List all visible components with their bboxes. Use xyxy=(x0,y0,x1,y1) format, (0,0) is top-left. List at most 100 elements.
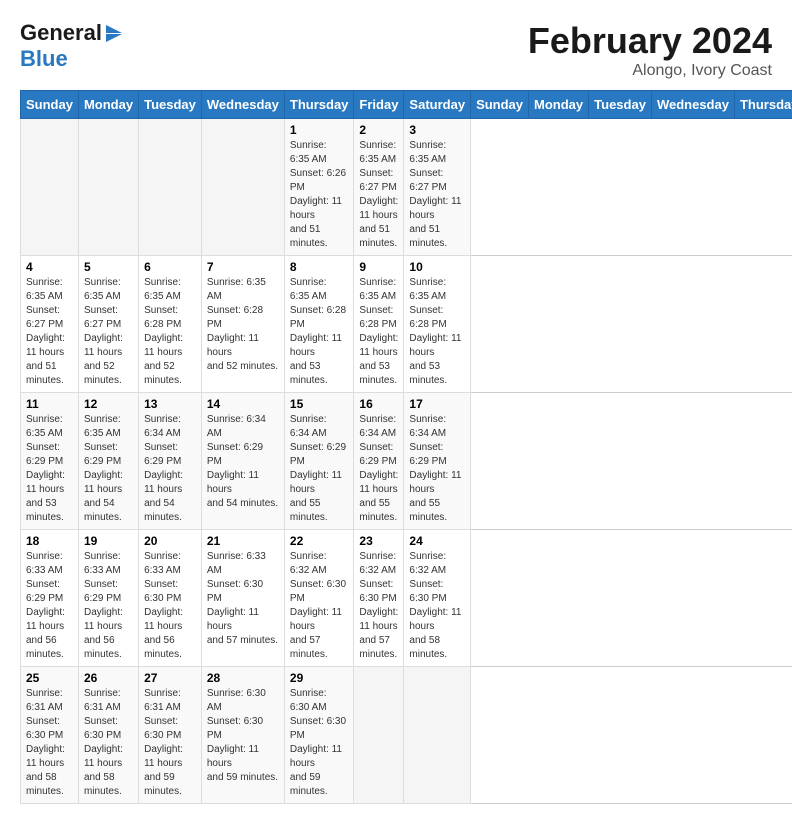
calendar-cell xyxy=(139,119,202,256)
header-day-sunday: Sunday xyxy=(471,91,529,119)
calendar-week-row: 4 Sunrise: 6:35 AM Sunset: 6:27 PM Daylig… xyxy=(21,256,792,393)
month-title: February 2024 xyxy=(528,20,772,62)
calendar-cell: 3 Sunrise: 6:35 AM Sunset: 6:27 PM Daylig… xyxy=(404,119,471,256)
day-info: Sunrise: 6:35 AM Sunset: 6:29 PM Dayligh… xyxy=(84,413,133,525)
day-info: Sunrise: 6:31 AM Sunset: 6:30 PM Dayligh… xyxy=(26,687,73,799)
day-number: 3 xyxy=(409,123,465,137)
day-info: Sunrise: 6:35 AM Sunset: 6:28 PM Dayligh… xyxy=(359,276,398,388)
day-number: 28 xyxy=(207,671,279,685)
day-info: Sunrise: 6:30 AM Sunset: 6:30 PM Dayligh… xyxy=(290,687,349,799)
logo-arrow-bottom xyxy=(106,34,122,42)
header-day-wednesday: Wednesday xyxy=(651,91,734,119)
calendar-cell: 22 Sunrise: 6:32 AM Sunset: 6:30 PM Dayli… xyxy=(284,530,354,667)
calendar-cell xyxy=(404,667,471,804)
calendar-cell: 19Sunrise: 6:33 AM Sunset: 6:29 PM Dayli… xyxy=(78,530,138,667)
day-number: 22 xyxy=(290,534,349,548)
day-info: Sunrise: 6:35 AM Sunset: 6:27 PM Dayligh… xyxy=(359,139,398,251)
day-number: 20 xyxy=(144,534,196,548)
page-header: General Blue February 2024 Alongo, Ivory… xyxy=(20,20,772,80)
day-info: Sunrise: 6:34 AM Sunset: 6:29 PM Dayligh… xyxy=(144,413,196,525)
day-number: 11 xyxy=(26,397,73,411)
calendar-cell: 24Sunrise: 6:32 AM Sunset: 6:30 PM Dayli… xyxy=(404,530,471,667)
day-number: 27 xyxy=(144,671,196,685)
calendar-cell: 14 Sunrise: 6:34 AM Sunset: 6:29 PM Dayli… xyxy=(201,393,284,530)
day-info: Sunrise: 6:34 AM Sunset: 6:29 PM Dayligh… xyxy=(290,413,349,525)
day-number: 10 xyxy=(409,260,465,274)
header-day-thursday: Thursday xyxy=(734,91,792,119)
header-monday: Monday xyxy=(78,91,138,119)
calendar-cell: 27 Sunrise: 6:31 AM Sunset: 6:30 PM Dayli… xyxy=(139,667,202,804)
calendar-cell: 8Sunrise: 6:35 AM Sunset: 6:28 PM Daylig… xyxy=(284,256,354,393)
day-number: 8 xyxy=(290,260,349,274)
header-saturday: Saturday xyxy=(404,91,471,119)
calendar-cell: 12 Sunrise: 6:35 AM Sunset: 6:29 PM Dayli… xyxy=(78,393,138,530)
day-info: Sunrise: 6:34 AM Sunset: 6:29 PM Dayligh… xyxy=(409,413,465,525)
day-number: 13 xyxy=(144,397,196,411)
calendar-header-row: SundayMondayTuesdayWednesdayThursdayFrid… xyxy=(21,91,792,119)
day-number: 6 xyxy=(144,260,196,274)
calendar-cell: 23Sunrise: 6:32 AM Sunset: 6:30 PM Dayli… xyxy=(354,530,404,667)
logo: General Blue xyxy=(20,20,122,72)
day-number: 14 xyxy=(207,397,279,411)
day-info: Sunrise: 6:31 AM Sunset: 6:30 PM Dayligh… xyxy=(84,687,133,799)
calendar-cell xyxy=(78,119,138,256)
day-number: 18 xyxy=(26,534,73,548)
logo-line1: General xyxy=(20,20,102,46)
calendar-cell: 17 Sunrise: 6:34 AM Sunset: 6:29 PM Dayli… xyxy=(404,393,471,530)
day-number: 1 xyxy=(290,123,349,137)
day-info: Sunrise: 6:35 AM Sunset: 6:27 PM Dayligh… xyxy=(409,139,465,251)
day-info: Sunrise: 6:35 AM Sunset: 6:27 PM Dayligh… xyxy=(84,276,133,388)
calendar-cell: 16 Sunrise: 6:34 AM Sunset: 6:29 PM Dayli… xyxy=(354,393,404,530)
day-info: Sunrise: 6:32 AM Sunset: 6:30 PM Dayligh… xyxy=(290,550,349,662)
calendar-cell xyxy=(201,119,284,256)
calendar-cell xyxy=(354,667,404,804)
day-number: 29 xyxy=(290,671,349,685)
calendar-cell: 20 Sunrise: 6:33 AM Sunset: 6:30 PM Dayli… xyxy=(139,530,202,667)
calendar-cell xyxy=(21,119,79,256)
calendar-cell: 25 Sunrise: 6:31 AM Sunset: 6:30 PM Dayli… xyxy=(21,667,79,804)
day-number: 15 xyxy=(290,397,349,411)
day-info: Sunrise: 6:35 AM Sunset: 6:26 PM Dayligh… xyxy=(290,139,349,251)
logo-arrow-top xyxy=(106,25,122,33)
day-info: Sunrise: 6:30 AM Sunset: 6:30 PM Dayligh… xyxy=(207,687,279,785)
day-number: 25 xyxy=(26,671,73,685)
day-number: 19 xyxy=(84,534,133,548)
calendar-cell: 18 Sunrise: 6:33 AM Sunset: 6:29 PM Dayli… xyxy=(21,530,79,667)
calendar-cell: 5 Sunrise: 6:35 AM Sunset: 6:27 PM Daylig… xyxy=(78,256,138,393)
day-info: Sunrise: 6:35 AM Sunset: 6:28 PM Dayligh… xyxy=(144,276,196,388)
day-info: Sunrise: 6:33 AM Sunset: 6:30 PM Dayligh… xyxy=(207,550,279,648)
day-number: 26 xyxy=(84,671,133,685)
location-title: Alongo, Ivory Coast xyxy=(528,62,772,80)
header-thursday: Thursday xyxy=(284,91,354,119)
day-info: Sunrise: 6:32 AM Sunset: 6:30 PM Dayligh… xyxy=(359,550,398,662)
calendar-cell: 4Sunrise: 6:35 AM Sunset: 6:27 PM Daylig… xyxy=(21,256,79,393)
day-number: 5 xyxy=(84,260,133,274)
day-number: 7 xyxy=(207,260,279,274)
day-number: 4 xyxy=(26,260,73,274)
calendar-week-row: 1 Sunrise: 6:35 AM Sunset: 6:26 PM Daylig… xyxy=(21,119,792,256)
day-info: Sunrise: 6:35 AM Sunset: 6:29 PM Dayligh… xyxy=(26,413,73,525)
day-number: 17 xyxy=(409,397,465,411)
calendar-cell: 9 Sunrise: 6:35 AM Sunset: 6:28 PM Daylig… xyxy=(354,256,404,393)
calendar-cell: 13 Sunrise: 6:34 AM Sunset: 6:29 PM Dayli… xyxy=(139,393,202,530)
day-info: Sunrise: 6:33 AM Sunset: 6:29 PM Dayligh… xyxy=(26,550,73,662)
header-wednesday: Wednesday xyxy=(201,91,284,119)
logo-line2: Blue xyxy=(20,46,122,72)
day-number: 9 xyxy=(359,260,398,274)
day-number: 12 xyxy=(84,397,133,411)
day-info: Sunrise: 6:34 AM Sunset: 6:29 PM Dayligh… xyxy=(359,413,398,525)
header-friday: Friday xyxy=(354,91,404,119)
day-info: Sunrise: 6:33 AM Sunset: 6:30 PM Dayligh… xyxy=(144,550,196,662)
day-info: Sunrise: 6:34 AM Sunset: 6:29 PM Dayligh… xyxy=(207,413,279,511)
calendar-cell: 10Sunrise: 6:35 AM Sunset: 6:28 PM Dayli… xyxy=(404,256,471,393)
header-sunday: Sunday xyxy=(21,91,79,119)
day-info: Sunrise: 6:31 AM Sunset: 6:30 PM Dayligh… xyxy=(144,687,196,799)
day-number: 24 xyxy=(409,534,465,548)
calendar-cell: 26 Sunrise: 6:31 AM Sunset: 6:30 PM Dayli… xyxy=(78,667,138,804)
header-day-monday: Monday xyxy=(529,91,589,119)
day-number: 16 xyxy=(359,397,398,411)
calendar-cell: 6 Sunrise: 6:35 AM Sunset: 6:28 PM Daylig… xyxy=(139,256,202,393)
calendar-cell: 15 Sunrise: 6:34 AM Sunset: 6:29 PM Dayli… xyxy=(284,393,354,530)
title-section: February 2024 Alongo, Ivory Coast xyxy=(528,20,772,80)
calendar-cell: 21Sunrise: 6:33 AM Sunset: 6:30 PM Dayli… xyxy=(201,530,284,667)
